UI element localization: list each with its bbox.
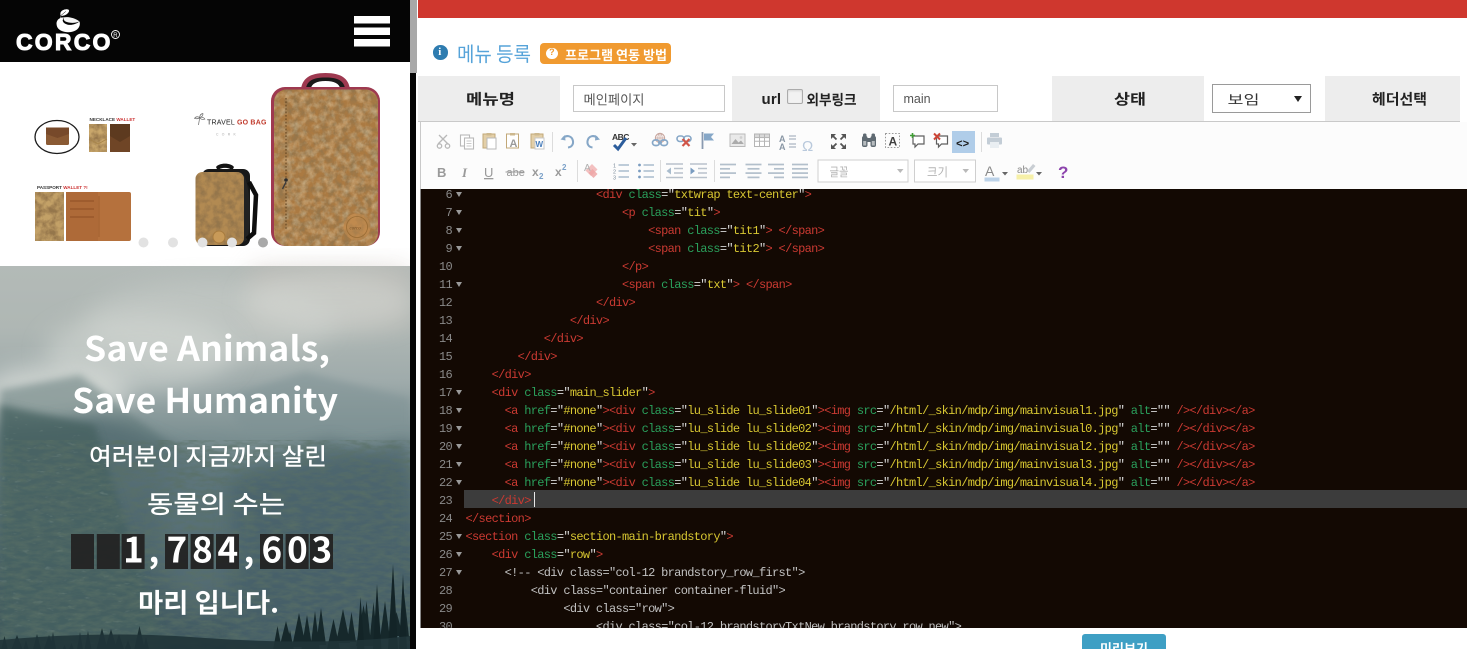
svg-text:C O R K: C O R K: [216, 133, 237, 137]
svg-text:A: A: [510, 138, 518, 150]
svg-text:3: 3: [613, 176, 616, 182]
svg-text:<>: <>: [956, 139, 970, 151]
svg-text:ab: ab: [1017, 165, 1029, 176]
svg-text:corco: corco: [350, 227, 362, 232]
svg-text:PASSPORT WALLET ?!: PASSPORT WALLET ?!: [37, 185, 88, 190]
svg-text:Ω: Ω: [802, 138, 813, 155]
svg-text:U: U: [484, 165, 493, 180]
svg-text:W: W: [536, 140, 544, 149]
svg-text:GO BAG: GO BAG: [237, 120, 267, 127]
svg-text:2: 2: [562, 163, 567, 172]
svg-text:A: A: [584, 163, 591, 174]
svg-text:A: A: [985, 163, 995, 179]
svg-text:abe: abe: [507, 167, 525, 179]
svg-text:?: ?: [1058, 163, 1068, 182]
svg-text:ABC: ABC: [612, 132, 629, 142]
svg-text:R: R: [113, 33, 118, 39]
svg-text:B: B: [437, 165, 446, 180]
svg-text:CORCO: CORCO: [16, 29, 113, 55]
svg-text:x: x: [555, 165, 562, 179]
svg-text:I: I: [461, 165, 468, 180]
svg-text:A: A: [889, 135, 898, 149]
svg-text:NECKLACE WALLET: NECKLACE WALLET: [90, 117, 136, 122]
svg-text:x: x: [532, 165, 539, 179]
svg-text:TRAVEL: TRAVEL: [207, 120, 235, 127]
svg-text:2: 2: [539, 172, 544, 181]
svg-text:A: A: [779, 142, 786, 152]
